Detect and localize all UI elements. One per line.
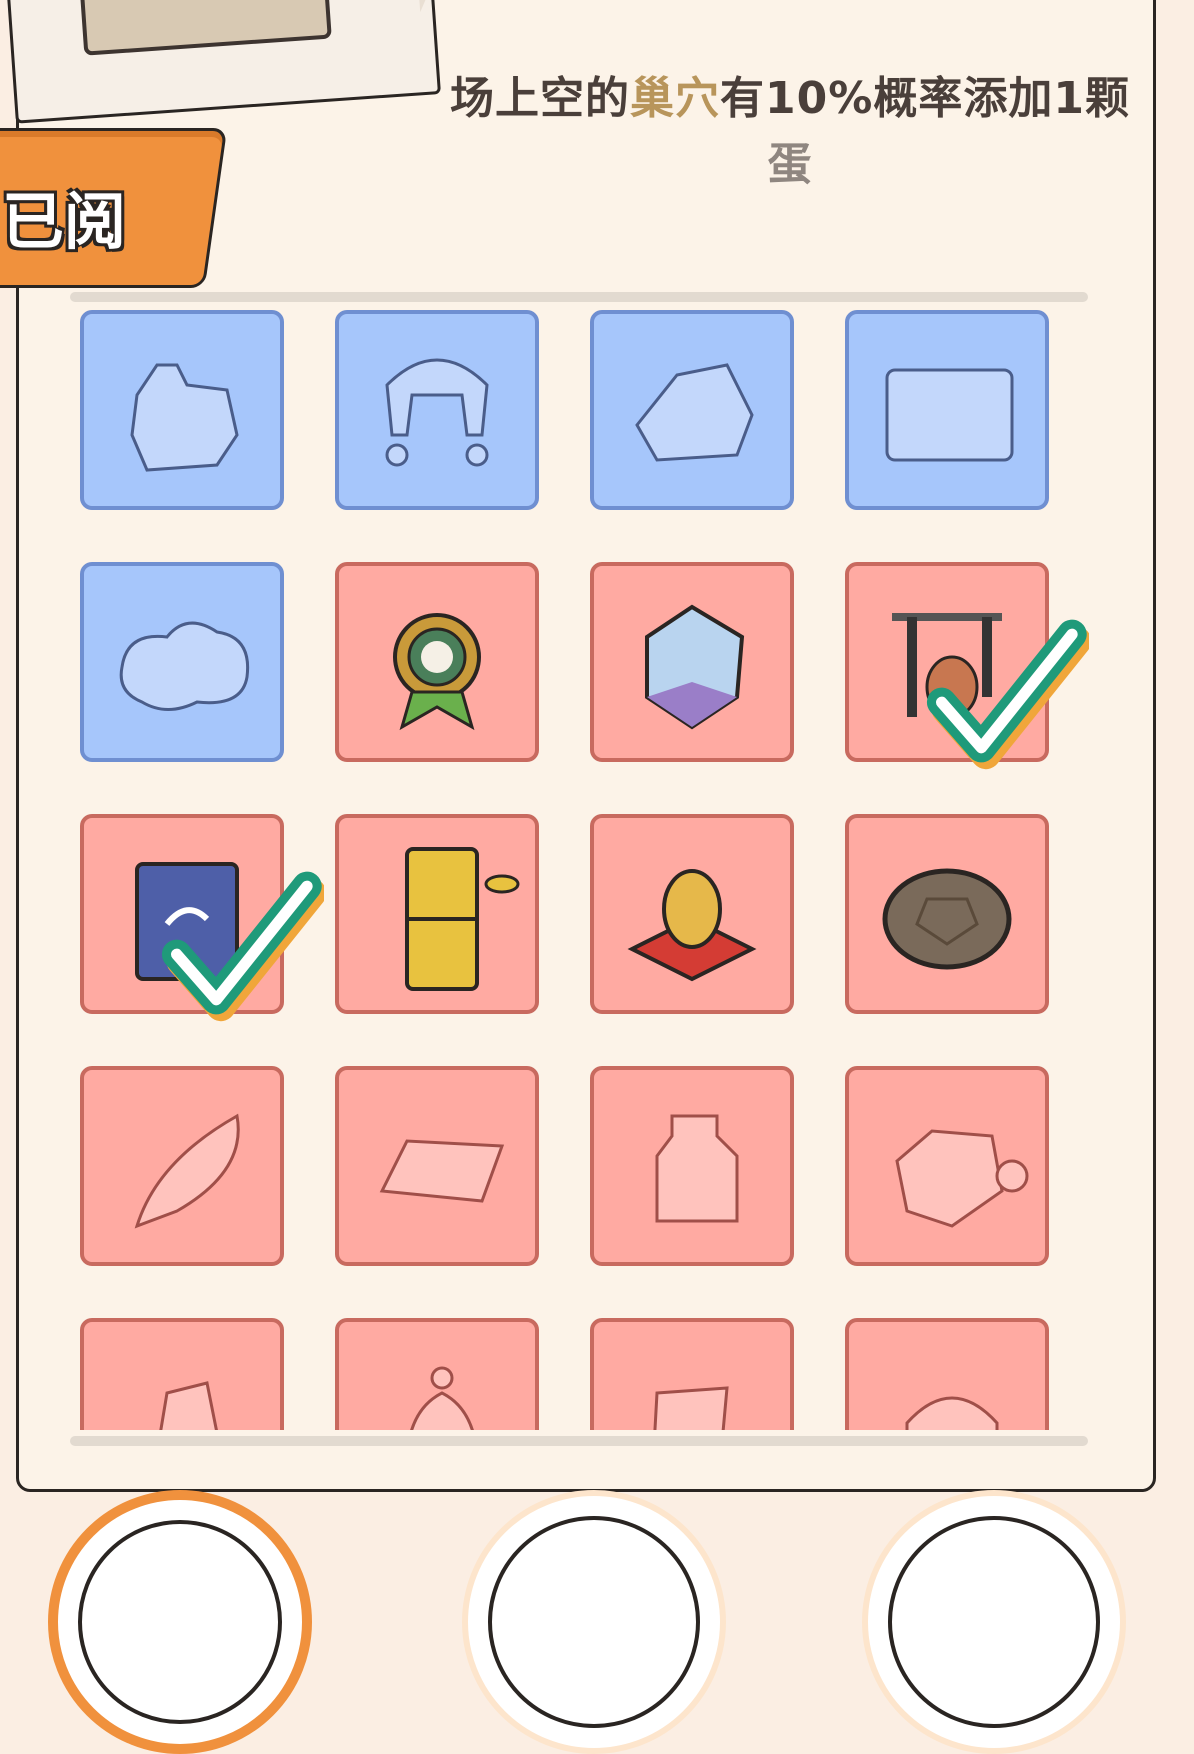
read-tab-label: 已阅 [1, 185, 126, 258]
crystal-icon [645, 604, 745, 730]
silhouette-cloth-icon [379, 1139, 505, 1203]
egg-keyword: 蛋 [767, 139, 813, 190]
nav-button-3[interactable] [862, 1490, 1126, 1754]
item-9[interactable] [80, 814, 324, 1022]
silhouette-cage-icon [905, 1396, 999, 1430]
item-11[interactable] [590, 814, 794, 1014]
item-13[interactable] [80, 1066, 284, 1266]
bamboo-icon [405, 847, 520, 991]
nav-button-2[interactable] [462, 1490, 726, 1754]
read-tab[interactable]: 已阅 [0, 128, 228, 288]
silhouette-mug-icon [895, 1129, 1029, 1228]
item-16[interactable] [845, 1066, 1049, 1266]
silhouette-hat-icon [385, 358, 489, 467]
item-grid [60, 310, 1120, 1430]
nest-keyword: 巢穴 [630, 73, 721, 124]
silhouette-feather-icon [134, 1113, 240, 1229]
item-17[interactable] [80, 1318, 284, 1430]
turtle-shell-icon [882, 868, 1012, 970]
item-4[interactable] [845, 310, 1049, 510]
nav-button-1[interactable] [48, 1490, 312, 1754]
book-icon [135, 862, 239, 981]
tool-rack-icon [892, 613, 1002, 719]
item-10[interactable] [335, 814, 539, 1014]
bottom-divider [70, 1436, 1088, 1446]
nest-box-image [78, 0, 332, 56]
item-5[interactable] [80, 562, 284, 762]
item-6[interactable] [335, 562, 539, 762]
item-3[interactable] [590, 310, 794, 510]
silhouette-frame-icon [885, 368, 1014, 462]
item-15[interactable] [590, 1066, 794, 1266]
item-grid-viewport[interactable] [60, 310, 1120, 1430]
item-12[interactable] [845, 814, 1049, 1014]
silhouette-glove-icon [130, 363, 239, 472]
item-2[interactable] [335, 310, 539, 510]
silhouette-map-icon [653, 1386, 729, 1430]
effect-description: 场上空的巢穴有10%概率添加1颗蛋 [450, 73, 1130, 190]
item-7[interactable] [590, 562, 794, 762]
item-14[interactable] [335, 1066, 539, 1266]
item-18[interactable] [335, 1318, 539, 1430]
item-19[interactable] [590, 1318, 794, 1430]
item-8[interactable] [845, 562, 1089, 770]
silhouette-bag-icon [410, 1366, 474, 1430]
top-divider [70, 292, 1088, 302]
silhouette-stone-icon [159, 1381, 218, 1430]
item-1[interactable] [80, 310, 284, 510]
silhouette-cloud-icon [119, 621, 250, 711]
item-20[interactable] [845, 1318, 1049, 1430]
silhouette-jar-icon [655, 1114, 739, 1223]
description-card [3, 0, 457, 124]
golden-egg-icon [627, 869, 757, 982]
medal-icon [393, 613, 481, 731]
silhouette-rock-icon [635, 363, 754, 462]
